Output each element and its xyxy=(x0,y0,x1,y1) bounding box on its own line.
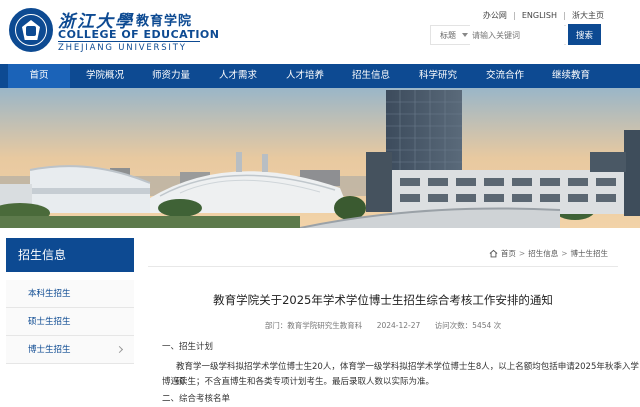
logo-university-en: ZHEJIANG UNIVERSITY xyxy=(58,43,187,53)
breadcrumb: 首页 > 招生信息 > 博士生招生 xyxy=(489,248,608,259)
link-office[interactable]: 办公网 xyxy=(483,10,507,21)
main-nav: 首页 学院概况 师资力量 人才需求 人才培养 招生信息 科学研究 交流合作 继续… xyxy=(0,64,640,88)
sidebar: 招生信息 本科生招生 硕士生招生 博士生招生 xyxy=(6,238,134,364)
logo-college-en: COLLEGE OF EDUCATION xyxy=(58,28,220,41)
nav-exchange[interactable]: 交流合作 xyxy=(472,64,538,88)
logo-college-name[interactable]: 教育学院 xyxy=(136,10,192,29)
top-links: 办公网 ENGLISH 浙大主页 xyxy=(483,10,604,21)
university-seal-icon[interactable] xyxy=(9,8,53,52)
search-button[interactable]: 搜索 xyxy=(568,24,601,45)
sidebar-item-doctoral[interactable]: 博士生招生 xyxy=(6,336,134,364)
breadcrumb-separator: > xyxy=(518,249,526,258)
nav-faculty[interactable]: 师资力量 xyxy=(138,64,204,88)
nav-recruitment[interactable]: 人才需求 xyxy=(205,64,271,88)
nav-about[interactable]: 学院概况 xyxy=(72,64,138,88)
campus-banner-image xyxy=(0,88,640,228)
site-header: 浙江大學 教育学院 COLLEGE OF EDUCATION ZHEJIANG … xyxy=(0,0,640,64)
home-icon xyxy=(489,249,498,258)
sidebar-item-master[interactable]: 硕士生招生 xyxy=(6,308,134,336)
divider xyxy=(564,11,565,20)
chevron-down-icon xyxy=(462,33,468,37)
search-scope-select[interactable]: 标题 xyxy=(434,26,470,44)
search-scope-label: 标题 xyxy=(440,30,456,40)
breadcrumb-separator: > xyxy=(561,249,568,258)
divider xyxy=(513,11,515,20)
nav-education[interactable]: 人才培养 xyxy=(272,64,338,88)
article-section-heading: 一、招生计划 xyxy=(162,342,214,352)
nav-research[interactable]: 科学研究 xyxy=(405,64,471,88)
article-paragraph: 博连读生；不含直博生和各类专项计划考生。最后录取人数以实际为准。 xyxy=(162,377,435,387)
article-meta: 部门：教育学院研究生教育科 2024-12-27 访问次数：5454 次 xyxy=(148,320,618,331)
sidebar-item-undergraduate[interactable]: 本科生招生 xyxy=(6,280,134,308)
breadcrumb-home[interactable]: 首页 xyxy=(501,248,516,259)
article-title: 教育学院关于2025年学术学位博士生招生综合考核工作安排的通知 xyxy=(213,293,553,307)
article-date: 2024-12-27 xyxy=(376,321,421,330)
nav-admissions[interactable]: 招生信息 xyxy=(338,64,404,88)
sidebar-title: 招生信息 xyxy=(6,238,134,272)
link-english[interactable]: ENGLISH xyxy=(522,11,557,20)
link-zju-home[interactable]: 浙大主页 xyxy=(572,10,604,21)
nav-home[interactable]: 首页 xyxy=(8,64,70,88)
article-section-heading: 二、综合考核名单 xyxy=(162,394,231,404)
nav-continuing[interactable]: 继续教育 xyxy=(538,64,604,88)
divider xyxy=(148,266,618,267)
breadcrumb-doctoral[interactable]: 博士生招生 xyxy=(571,248,609,259)
chevron-right-icon xyxy=(115,345,124,354)
logo-divider xyxy=(58,41,200,42)
article-dept: 部门：教育学院研究生教育科 xyxy=(264,321,363,330)
article-views: 访问次数：5454 次 xyxy=(434,321,502,330)
search-input[interactable] xyxy=(470,25,564,45)
sidebar-item-label: 博士生招生 xyxy=(28,345,71,355)
breadcrumb-admissions[interactable]: 招生信息 xyxy=(528,248,558,259)
